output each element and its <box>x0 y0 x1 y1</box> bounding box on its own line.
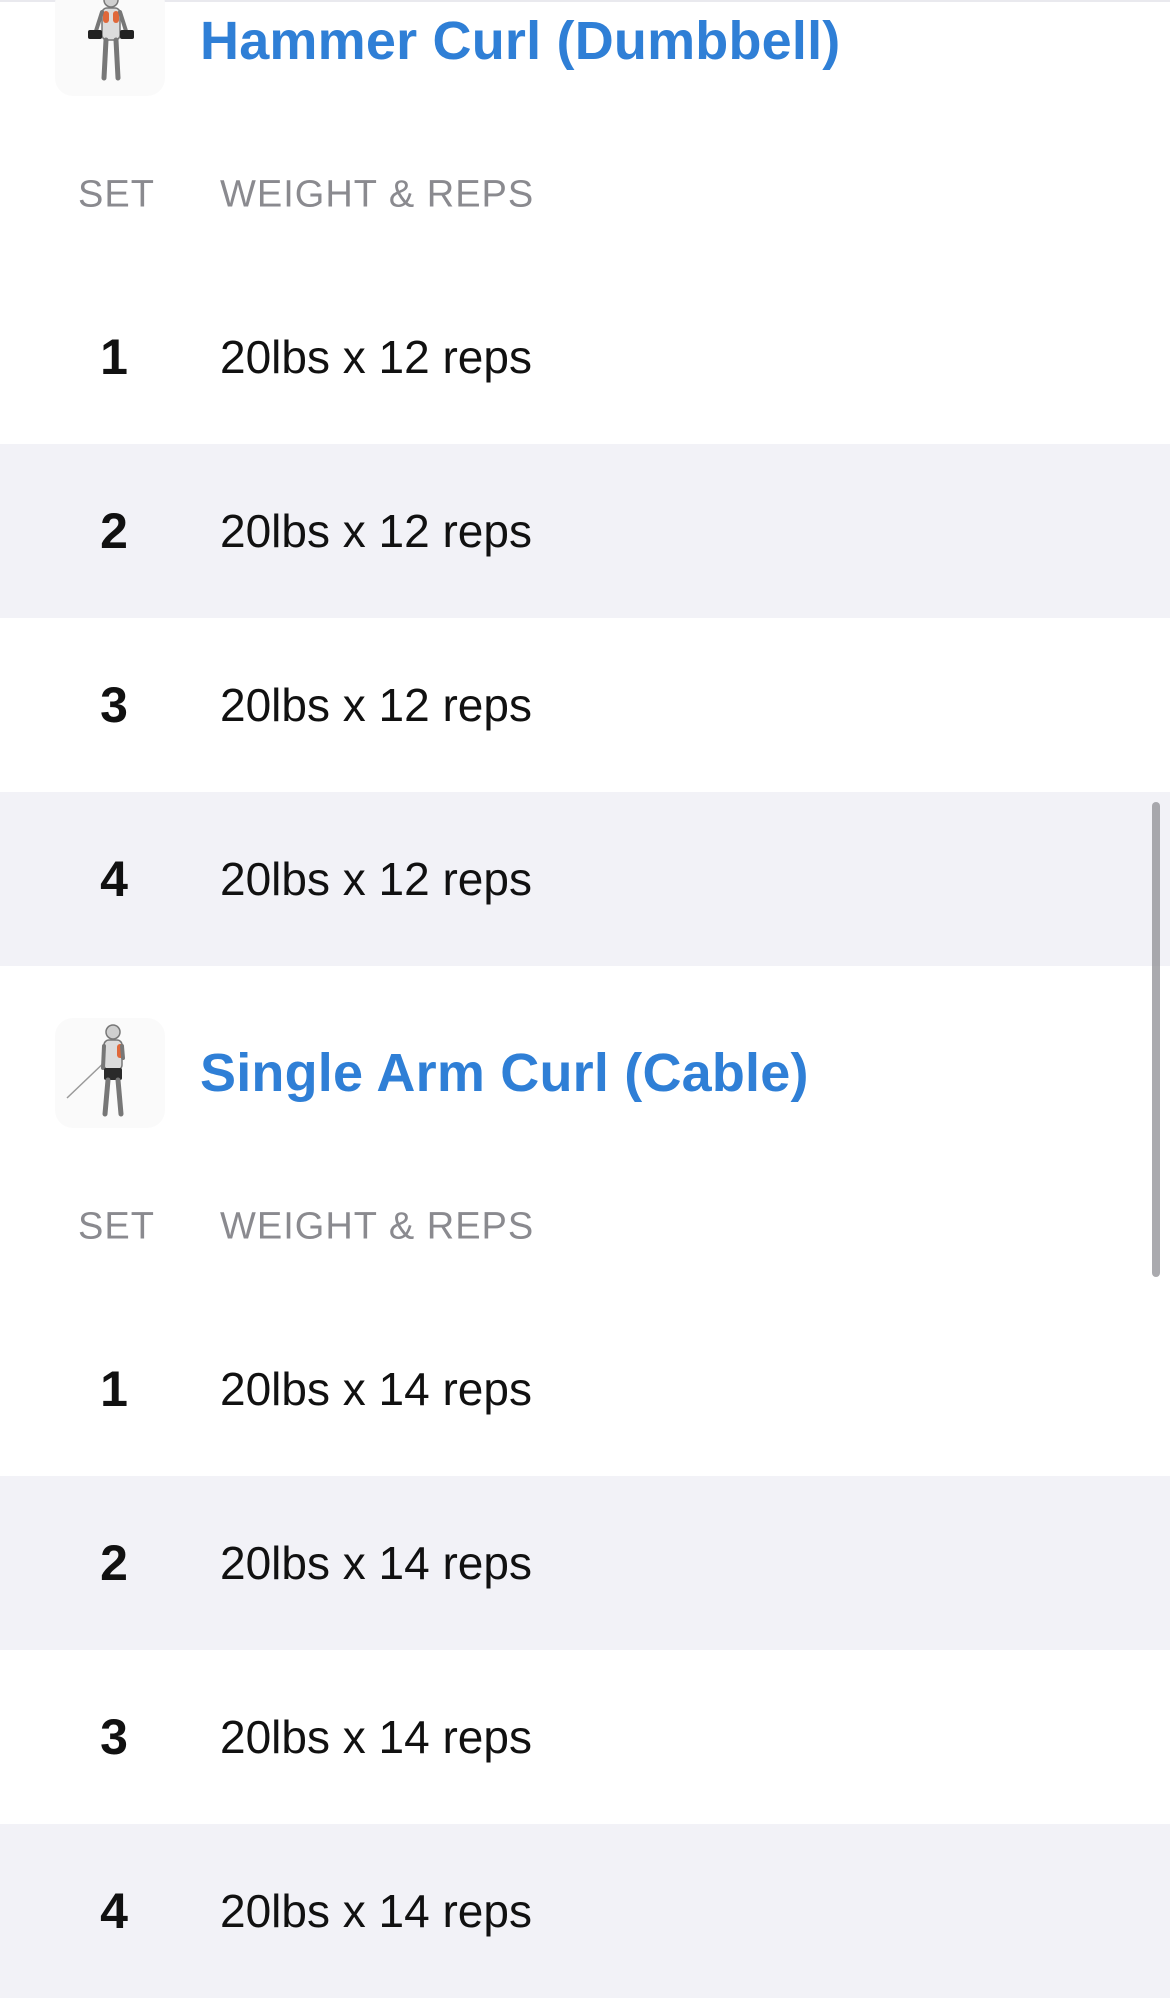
cable-single-arm-curl-figure-icon <box>55 1018 165 1128</box>
set-weight-reps: 20lbs x 12 reps <box>220 331 532 383</box>
set-number: 2 <box>100 1535 128 1591</box>
exercise-title[interactable]: Single Arm Curl (Cable) <box>200 1042 809 1104</box>
column-header-row: SET WEIGHT & REPS <box>0 165 1170 225</box>
set-column-header: SET <box>78 173 155 216</box>
set-row[interactable]: 2 20lbs x 12 reps <box>0 444 1170 618</box>
set-weight-reps: 20lbs x 12 reps <box>220 853 532 905</box>
set-weight-reps: 20lbs x 12 reps <box>220 679 532 731</box>
set-weight-reps: 20lbs x 14 reps <box>220 1711 532 1763</box>
set-number: 4 <box>100 1883 128 1939</box>
set-row[interactable]: 3 20lbs x 14 reps <box>0 1650 1170 1824</box>
exercise-title[interactable]: Hammer Curl (Dumbbell) <box>200 10 840 72</box>
set-row[interactable]: 4 20lbs x 12 reps <box>0 792 1170 966</box>
vertical-scrollbar[interactable] <box>1152 802 1160 1277</box>
set-weight-reps: 20lbs x 14 reps <box>220 1363 532 1415</box>
column-header-row: SET WEIGHT & REPS <box>0 1197 1170 1257</box>
dumbbell-hammer-curl-figure-icon <box>55 0 165 96</box>
set-row[interactable]: 2 20lbs x 14 reps <box>0 1476 1170 1650</box>
set-number: 4 <box>100 851 128 907</box>
set-number: 2 <box>100 503 128 559</box>
exercise-header-hammer-curl[interactable]: Hammer Curl (Dumbbell) <box>0 0 1170 96</box>
set-number: 3 <box>100 1709 128 1765</box>
set-number: 1 <box>100 329 128 385</box>
set-column-header: SET <box>78 1205 155 1248</box>
set-row[interactable]: 4 20lbs x 14 reps <box>0 1824 1170 1998</box>
set-weight-reps: 20lbs x 14 reps <box>220 1537 532 1589</box>
set-row[interactable]: 1 20lbs x 12 reps <box>0 270 1170 444</box>
set-weight-reps: 20lbs x 12 reps <box>220 505 532 557</box>
exercise-header-single-arm-curl[interactable]: Single Arm Curl (Cable) <box>0 1018 1170 1128</box>
weight-reps-column-header: WEIGHT & REPS <box>220 173 535 216</box>
weight-reps-column-header: WEIGHT & REPS <box>220 1205 535 1248</box>
set-number: 1 <box>100 1361 128 1417</box>
set-row[interactable]: 3 20lbs x 12 reps <box>0 618 1170 792</box>
set-number: 3 <box>100 677 128 733</box>
set-row[interactable]: 1 20lbs x 14 reps <box>0 1302 1170 1476</box>
set-weight-reps: 20lbs x 14 reps <box>220 1885 532 1937</box>
